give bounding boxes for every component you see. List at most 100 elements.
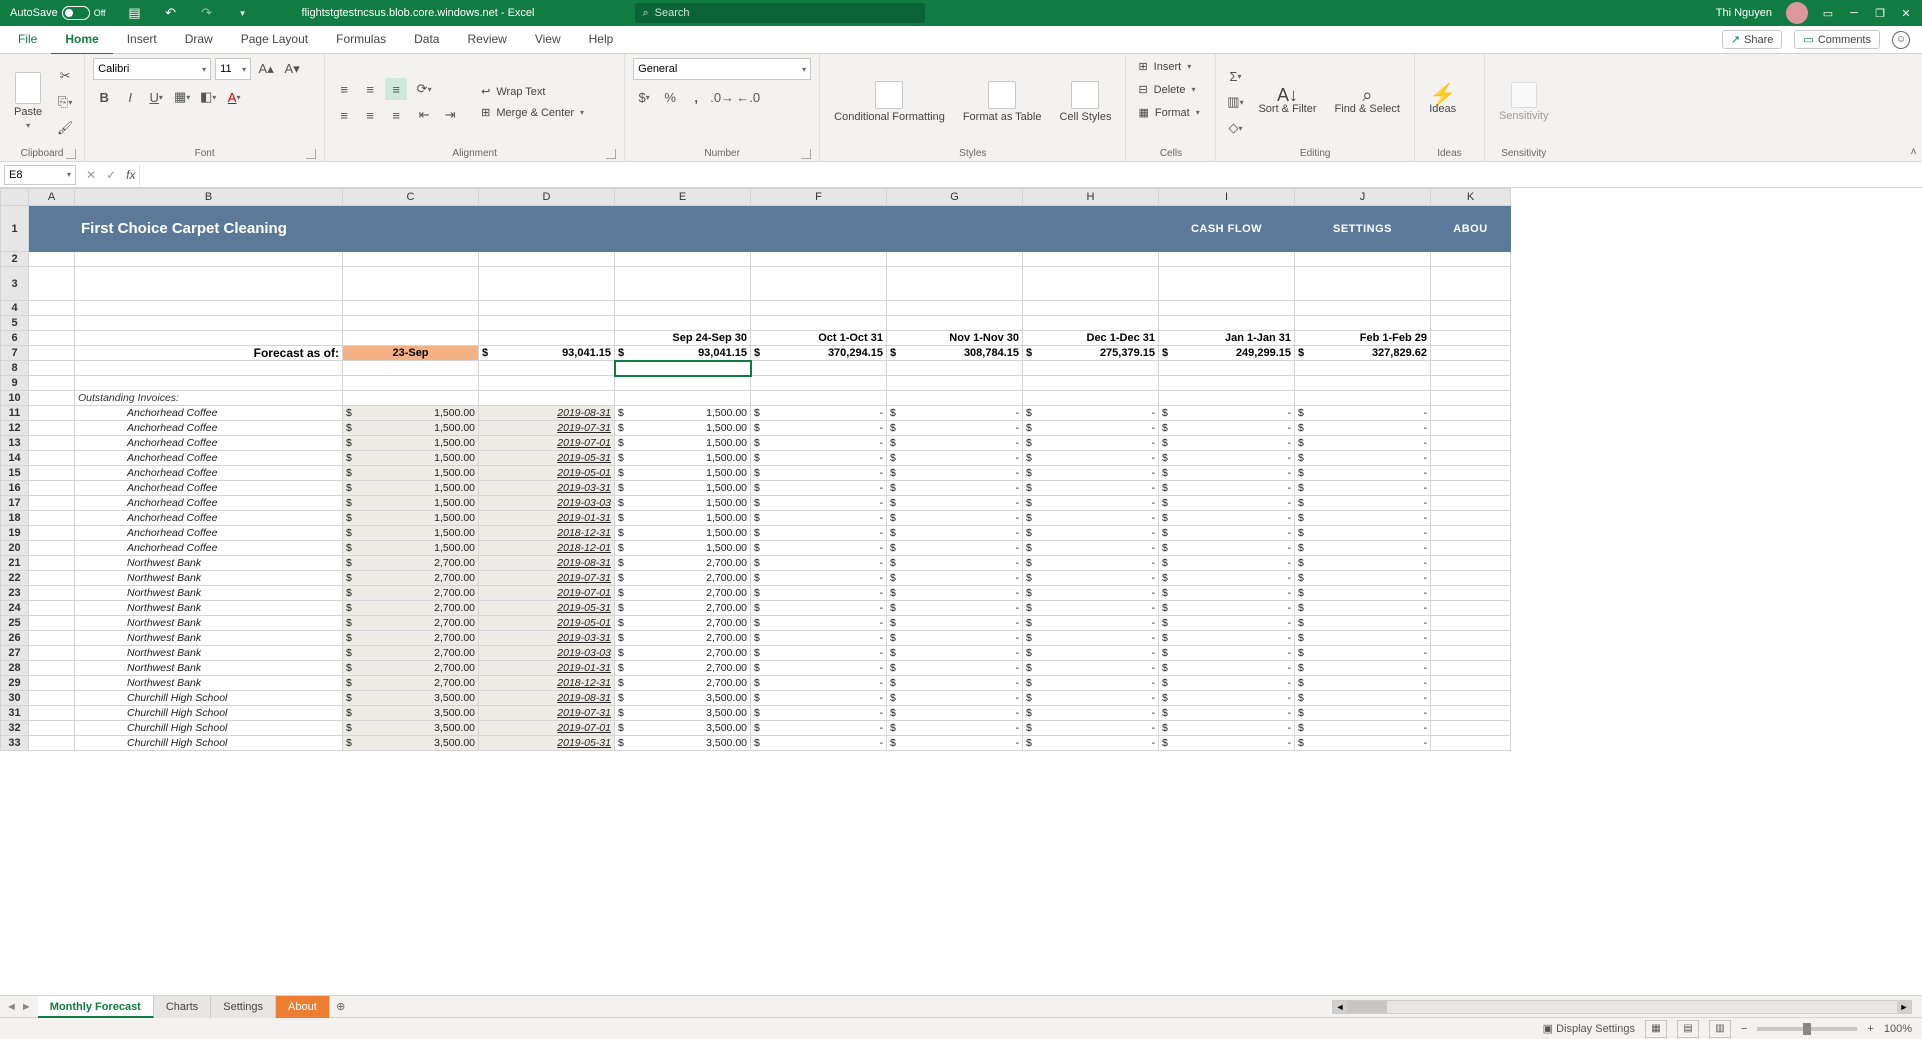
menu-tab-data[interactable]: Data — [400, 25, 453, 55]
cell[interactable] — [615, 252, 751, 267]
row-header[interactable]: 12 — [1, 421, 29, 436]
cell[interactable] — [479, 301, 615, 316]
period-amount[interactable]: $- — [1295, 616, 1431, 631]
column-header-F[interactable]: F — [751, 189, 887, 206]
number-format-combo[interactable]: General▾ — [633, 58, 811, 80]
cell[interactable] — [1159, 376, 1295, 391]
invoice-date[interactable]: 2019-03-03 — [479, 646, 615, 661]
period-amount[interactable]: $- — [1023, 466, 1159, 481]
period-amount[interactable]: $- — [751, 721, 887, 736]
sort-filter-button[interactable]: A↓Sort & Filter — [1252, 85, 1322, 119]
invoice-date[interactable]: 2019-07-31 — [479, 571, 615, 586]
column-header-I[interactable]: I — [1159, 189, 1295, 206]
settings-button[interactable]: SETTINGS — [1295, 206, 1431, 252]
period-amount[interactable]: $1,500.00 — [615, 451, 751, 466]
invoice-date[interactable]: 2019-01-31 — [479, 511, 615, 526]
autosave-toggle[interactable]: AutoSave Off — [0, 6, 116, 20]
maximize-icon[interactable]: ❐ — [1874, 7, 1886, 19]
invoice-date[interactable]: 2018-12-31 — [479, 676, 615, 691]
zoom-level[interactable]: 100% — [1884, 1023, 1912, 1035]
period-amount[interactable]: $- — [1295, 511, 1431, 526]
cell[interactable] — [29, 496, 75, 511]
row-header[interactable]: 9 — [1, 376, 29, 391]
invoice-date[interactable]: 2019-05-01 — [479, 616, 615, 631]
column-header-B[interactable]: B — [75, 189, 343, 206]
cell[interactable] — [1295, 391, 1431, 406]
row-header[interactable]: 4 — [1, 301, 29, 316]
accept-formula-icon[interactable]: ✓ — [106, 168, 116, 182]
cell[interactable] — [29, 556, 75, 571]
period-amount[interactable]: $- — [1159, 691, 1295, 706]
font-color-icon[interactable]: A▾ — [223, 86, 245, 108]
cell[interactable] — [1431, 466, 1511, 481]
period-amount[interactable]: $- — [1159, 481, 1295, 496]
cell[interactable] — [1431, 706, 1511, 721]
period-amount[interactable]: $- — [1159, 631, 1295, 646]
invoice-date[interactable]: 2019-05-01 — [479, 466, 615, 481]
client-name[interactable]: Anchorhead Coffee — [75, 466, 343, 481]
zoom-slider[interactable] — [1757, 1027, 1857, 1031]
period-amount[interactable]: $- — [1295, 496, 1431, 511]
period-amount[interactable]: $- — [751, 421, 887, 436]
cell[interactable] — [1295, 316, 1431, 331]
period-amount[interactable]: $- — [1159, 421, 1295, 436]
cell[interactable] — [29, 631, 75, 646]
period-amount[interactable]: $- — [1295, 736, 1431, 751]
period-amount[interactable]: $- — [887, 556, 1023, 571]
period-amount[interactable]: $- — [1295, 466, 1431, 481]
invoice-date[interactable]: 2019-05-31 — [479, 736, 615, 751]
period-amount[interactable]: $- — [1295, 706, 1431, 721]
cell[interactable] — [1295, 267, 1431, 301]
client-name[interactable]: Anchorhead Coffee — [75, 421, 343, 436]
cell[interactable] — [1431, 406, 1511, 421]
invoice-amount[interactable]: $1,500.00 — [343, 406, 479, 421]
period-amount[interactable]: $- — [751, 406, 887, 421]
period-amount[interactable]: $- — [1159, 406, 1295, 421]
feedback-icon[interactable]: ☺ — [1892, 31, 1910, 49]
row-header[interactable]: 27 — [1, 646, 29, 661]
period-amount[interactable]: $- — [751, 541, 887, 556]
period-amount[interactable]: $- — [1159, 646, 1295, 661]
cell[interactable] — [1431, 661, 1511, 676]
cell[interactable] — [1295, 301, 1431, 316]
cell[interactable] — [29, 676, 75, 691]
period-amount[interactable]: $- — [751, 511, 887, 526]
cell[interactable] — [75, 376, 343, 391]
client-name[interactable]: Churchill High School — [75, 736, 343, 751]
cell[interactable] — [29, 252, 75, 267]
row-header[interactable]: 2 — [1, 252, 29, 267]
cell[interactable] — [1023, 301, 1159, 316]
cell[interactable] — [29, 466, 75, 481]
period-amount[interactable]: $1,500.00 — [615, 481, 751, 496]
period-amount[interactable]: $1,500.00 — [615, 511, 751, 526]
page-break-view-icon[interactable]: ▥ — [1709, 1020, 1731, 1038]
cash-flow-button[interactable]: CASH FLOW — [1159, 206, 1295, 252]
period-amount[interactable]: $- — [887, 616, 1023, 631]
row-header[interactable]: 10 — [1, 391, 29, 406]
cell[interactable] — [75, 361, 343, 376]
about-button[interactable]: ABOU — [1431, 206, 1511, 252]
period-amount[interactable]: $- — [751, 496, 887, 511]
period-amount[interactable]: $2,700.00 — [615, 556, 751, 571]
qat-customize-icon[interactable]: ▾ — [232, 2, 254, 24]
comments-button[interactable]: ▭Comments — [1794, 30, 1880, 49]
period-amount[interactable]: $- — [1159, 676, 1295, 691]
period-amount[interactable]: $- — [1023, 496, 1159, 511]
client-name[interactable]: Northwest Bank — [75, 676, 343, 691]
column-header-C[interactable]: C — [343, 189, 479, 206]
row-header[interactable]: 1 — [1, 206, 29, 252]
menu-tab-insert[interactable]: Insert — [113, 25, 171, 55]
cell[interactable] — [1023, 206, 1159, 252]
undo-icon[interactable]: ↶ — [160, 2, 182, 24]
decrease-font-icon[interactable]: A▾ — [281, 58, 303, 80]
invoice-date[interactable]: 2018-12-31 — [479, 526, 615, 541]
cell[interactable] — [29, 406, 75, 421]
cell[interactable] — [29, 376, 75, 391]
period-amount[interactable]: $- — [1159, 466, 1295, 481]
invoice-amount[interactable]: $1,500.00 — [343, 496, 479, 511]
cell[interactable] — [1431, 541, 1511, 556]
sheet-nav-prev-icon[interactable]: ◄ — [6, 1001, 17, 1013]
period-amount[interactable]: $- — [1159, 706, 1295, 721]
cell[interactable] — [343, 206, 479, 252]
cell[interactable] — [1431, 586, 1511, 601]
